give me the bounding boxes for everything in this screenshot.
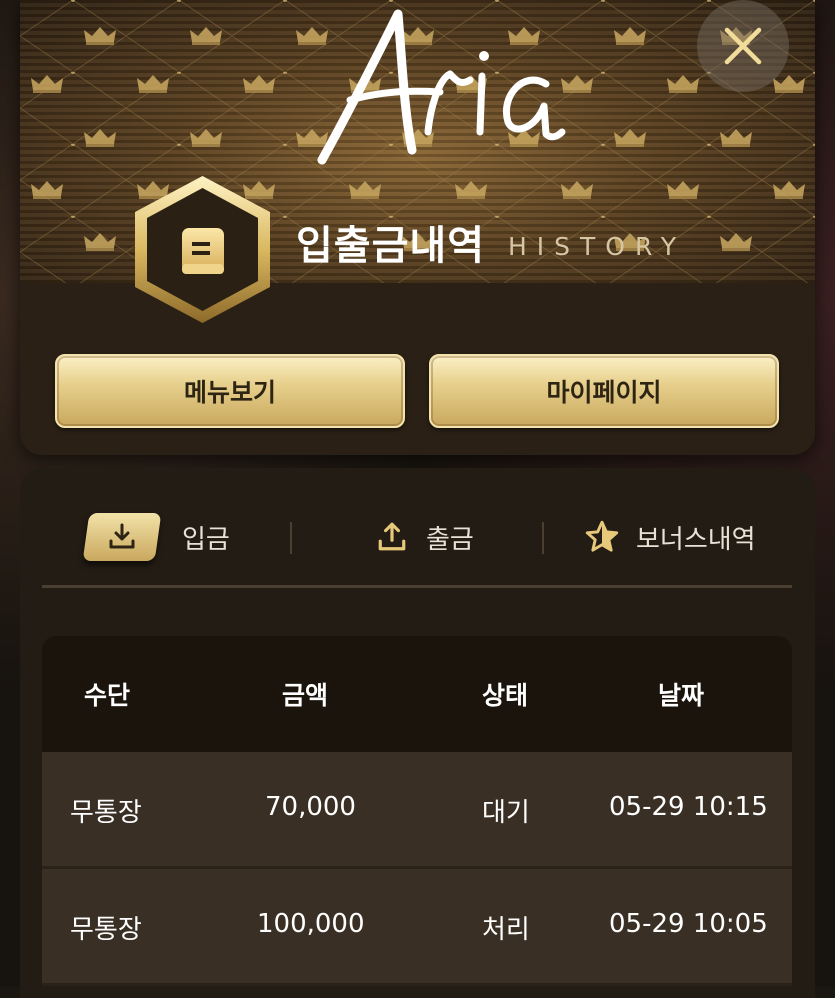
tab-withdraw-label: 출금: [426, 524, 474, 555]
book-icon: [182, 228, 224, 274]
cell-date: 05-29 10:15: [609, 792, 768, 822]
tab-bonus[interactable]: 보너스내역: [582, 510, 756, 564]
history-table: 수단 금액 상태 날짜 무통장 70,000 대기 05-29 10:15 무통…: [42, 636, 792, 996]
col-amount: 금액: [282, 681, 329, 710]
cell-amount: 100,000: [257, 909, 365, 939]
tab-divider: [542, 522, 544, 554]
tab-divider: [290, 522, 292, 554]
history-badge: [135, 176, 270, 323]
table-row: 무통장 100,000 처리 05-29 10:05: [42, 869, 792, 986]
cell-amount: 70,000: [265, 792, 356, 822]
cell-method: 무통장: [70, 915, 142, 945]
menu-button[interactable]: 메뉴보기: [55, 354, 405, 428]
cell-method: 무통장: [70, 798, 142, 828]
upload-icon: [372, 517, 412, 557]
close-icon: [724, 27, 762, 65]
tab-bonus-label: 보너스내역: [636, 524, 756, 555]
table-header: 수단 금액 상태 날짜: [42, 636, 792, 752]
star-icon: [582, 517, 622, 557]
header-card: 입출금내역 HISTORY 메뉴보기 마이페이지: [20, 0, 815, 455]
close-button[interactable]: [697, 0, 789, 92]
tab-withdraw[interactable]: 출금: [372, 510, 474, 564]
col-status: 상태: [482, 681, 529, 710]
cell-status: 처리: [482, 915, 530, 945]
page-subtitle: HISTORY: [508, 232, 687, 261]
cell-date: 05-29 10:05: [609, 909, 768, 939]
download-icon: [82, 513, 162, 561]
cell-status: 대기: [482, 798, 530, 828]
table-row: 무통장 70,000 대기 05-29 10:15: [42, 752, 792, 869]
col-date: 날짜: [658, 681, 705, 710]
tab-deposit-label: 입금: [182, 524, 230, 555]
tab-underline: [42, 585, 792, 588]
aria-logo: [317, 9, 566, 165]
mypage-button[interactable]: 마이페이지: [429, 354, 779, 428]
col-method: 수단: [84, 681, 131, 710]
history-card: 입금 출금 보너스내역 수단 금액 상태 날짜 무통장 70,000 대기 05…: [20, 468, 815, 998]
tab-deposit[interactable]: 입금: [82, 510, 230, 564]
page-title: 입출금내역: [296, 223, 485, 269]
